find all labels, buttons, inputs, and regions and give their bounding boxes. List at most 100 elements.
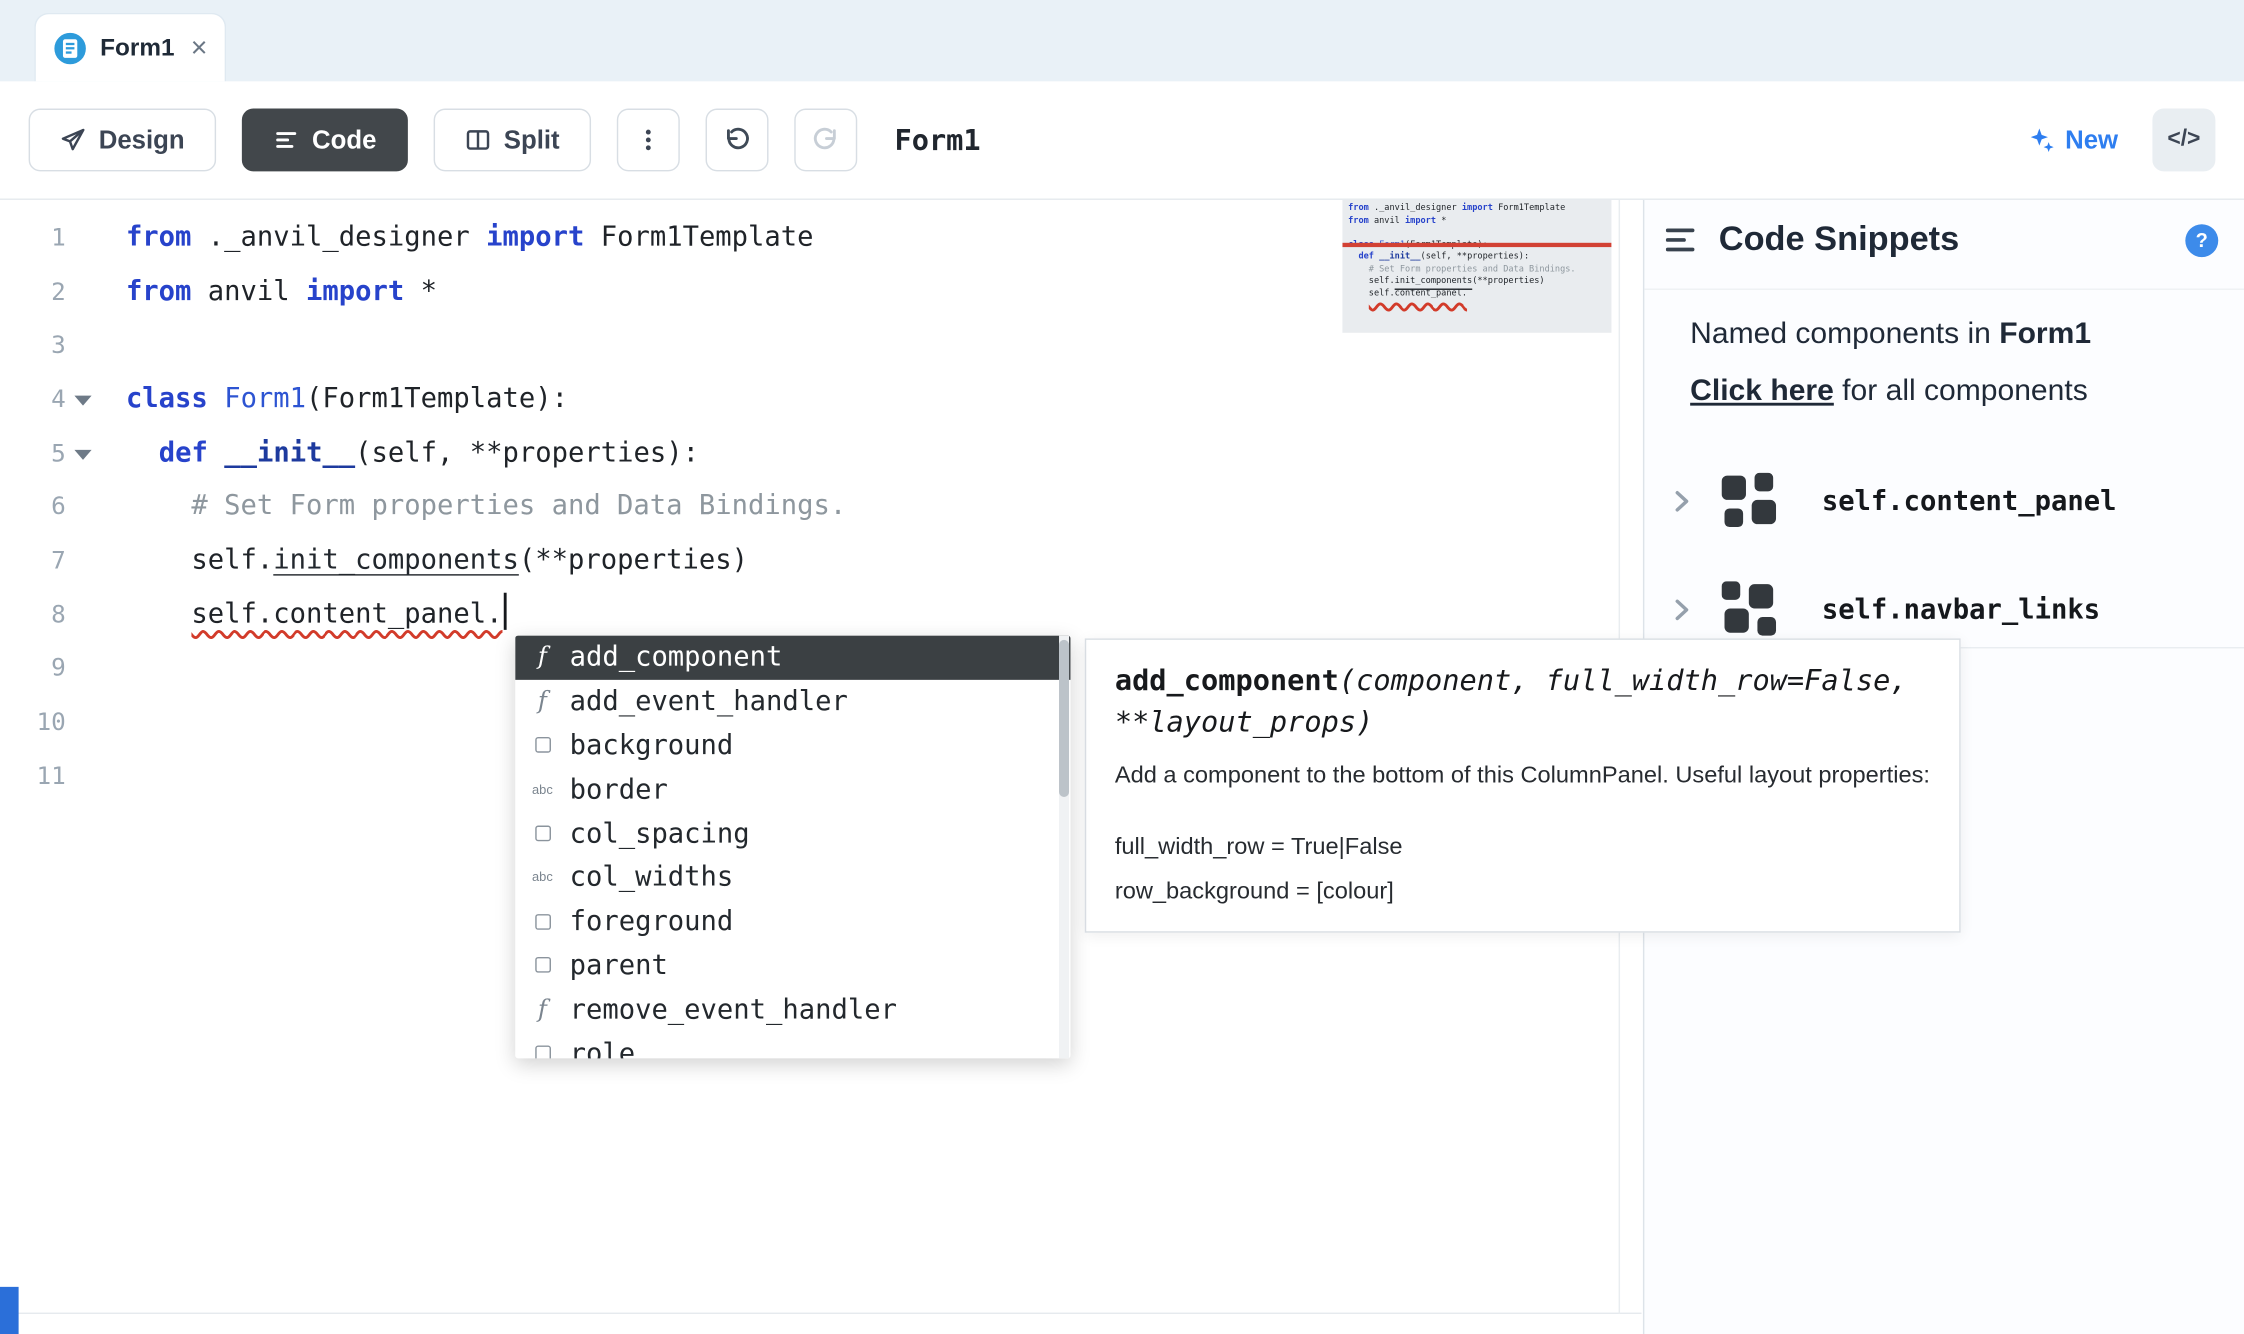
line-number: 5 <box>51 439 66 468</box>
property-icon <box>524 738 561 754</box>
autocomplete-label: add_component <box>569 641 783 674</box>
chevron-right-icon[interactable] <box>1673 488 1690 514</box>
autocomplete-item-border[interactable]: abc border <box>515 768 1070 812</box>
named-components-text: Named components in Form1 <box>1690 317 2091 351</box>
autocomplete-item-parent[interactable]: parent <box>515 943 1070 987</box>
text-property-icon: abc <box>531 870 553 885</box>
code-icon <box>273 127 299 153</box>
line-number: 10 <box>36 708 66 738</box>
line-number: 3 <box>51 331 66 361</box>
more-options-button[interactable] <box>616 108 680 172</box>
named-components-prefix: Named components in <box>1690 317 2000 350</box>
autocomplete-item-add_event_handler[interactable]: f add_event_handler <box>515 680 1070 724</box>
all-components-suffix: for all components <box>1833 374 2088 408</box>
hamburger-icon[interactable] <box>1665 227 1697 253</box>
design-button-label: Design <box>98 124 185 154</box>
line-number: 2 <box>51 277 66 307</box>
doc-method-name: add_component <box>1114 662 1339 697</box>
code-line: self.init_components(**properties) <box>125 544 749 576</box>
split-button[interactable]: Split <box>433 108 592 172</box>
toolbar: Design Code Split Form1 New </> <box>0 81 2244 200</box>
all-components-line: Click here for all components <box>1690 374 2088 408</box>
fold-toggle-icon[interactable] <box>74 395 92 406</box>
design-button[interactable]: Design <box>28 108 217 172</box>
autocomplete-label: remove_event_handler <box>569 993 898 1026</box>
doc-signature: add_component(component, full_width_row=… <box>1115 660 1931 743</box>
new-button-label: New <box>2065 124 2119 154</box>
code-line: class Form1(Form1Template): <box>125 382 568 415</box>
sparkle-icon <box>2029 127 2055 153</box>
form-tab[interactable]: Form1 × <box>34 12 227 82</box>
help-icon[interactable]: ? <box>2185 223 2219 257</box>
code-button[interactable]: Code <box>241 108 408 172</box>
design-icon <box>60 127 86 153</box>
line-number: 7 <box>51 546 66 576</box>
code-line: self.content_panel. <box>126 588 1642 642</box>
minimap[interactable]: from ._anvil_designer import Form1Templa… <box>1342 199 1612 333</box>
redo-button[interactable] <box>794 108 858 172</box>
navbar-links-icon <box>1721 581 1779 638</box>
autocomplete-label: col_widths <box>569 861 734 894</box>
autocomplete-item-col_spacing[interactable]: col_spacing <box>515 812 1070 856</box>
line-number: 4 <box>51 385 66 415</box>
autocomplete-label: col_spacing <box>569 817 750 850</box>
property-icon <box>524 1046 561 1059</box>
bottom-left-accent <box>0 1286 19 1334</box>
undo-arrow-icon <box>723 126 752 155</box>
component-label: self.navbar_links <box>1821 594 2101 626</box>
doc-description: Add a component to the bottom of this Co… <box>1114 762 1930 789</box>
close-icon[interactable]: × <box>191 34 208 63</box>
redo-arrow-icon <box>811 126 840 155</box>
autocomplete-label: foreground <box>569 905 734 938</box>
snippets-header: Code Snippets ? <box>1644 209 2244 272</box>
content-panel-icon <box>1721 472 1779 530</box>
all-components-link[interactable]: Click here <box>1690 374 1834 407</box>
autocomplete-label: parent <box>569 949 668 982</box>
code-button-label: Code <box>312 124 377 154</box>
toolbar-right-group: New </> <box>2029 108 2216 172</box>
line-number: 9 <box>51 654 66 684</box>
undo-button[interactable] <box>705 108 769 172</box>
tab-title: Form1 <box>100 33 175 61</box>
property-icon <box>524 958 561 974</box>
text-property-icon: abc <box>531 782 553 797</box>
editor-gutter: 1 2 3 4 5 6 7 8 9 10 11 <box>0 200 109 1313</box>
line-number: 1 <box>51 224 66 253</box>
line-number: 11 <box>36 762 66 791</box>
snippets-title: Code Snippets <box>1718 219 1960 259</box>
method-icon: f <box>537 995 547 1024</box>
autocomplete-list: f add_component f add_event_handler backgrou… <box>515 635 1071 1059</box>
new-button[interactable]: New <box>2029 125 2118 155</box>
property-icon <box>524 914 561 930</box>
line-number: 8 <box>51 600 66 630</box>
form-icon <box>53 31 87 65</box>
autocomplete-label: add_event_handler <box>569 685 848 718</box>
snippets-header-divider <box>1644 288 2244 290</box>
doc-property-line: row_background = [colour] <box>1114 878 1394 905</box>
autocomplete-scrollbar-thumb[interactable] <box>1059 639 1070 797</box>
autocomplete-popup: f add_component f add_event_handler backgrou… <box>515 635 1071 1059</box>
fold-toggle-icon[interactable] <box>74 449 92 460</box>
autocomplete-label: border <box>569 773 668 806</box>
code-toggle-button[interactable]: </> <box>2152 108 2216 172</box>
chevron-right-icon[interactable] <box>1673 597 1690 623</box>
named-components-form: Form1 <box>1999 317 2092 350</box>
method-icon: f <box>537 687 547 716</box>
component-row-content-panel[interactable]: self.content_panel <box>1644 447 2244 556</box>
code-line: def __init__(self, **properties): <box>158 436 699 469</box>
doc-property-line: full_width_row = True|False <box>1114 834 1403 860</box>
autocomplete-item-add_component[interactable]: f add_component <box>515 635 1071 680</box>
minimap-error-marker <box>1342 242 1612 247</box>
text-cursor <box>503 592 507 630</box>
autocomplete-item-role[interactable]: role <box>515 1031 1070 1059</box>
minimap-code: from ._anvil_designer import Form1Templa… <box>1348 202 1576 298</box>
autocomplete-item-remove_event_handler[interactable]: f remove_event_handler <box>515 987 1070 1031</box>
autocomplete-item-foreground[interactable]: foreground <box>515 899 1070 943</box>
doc-tooltip: add_component(component, full_width_row=… <box>1084 638 1961 933</box>
autocomplete-item-col_widths[interactable]: abc col_widths <box>515 856 1070 900</box>
form-title: Form1 <box>894 122 981 158</box>
line-number: 6 <box>51 493 66 522</box>
kebab-menu-icon <box>635 127 661 153</box>
autocomplete-item-background[interactable]: background <box>515 724 1070 768</box>
component-label: self.content_panel <box>1821 485 2117 518</box>
